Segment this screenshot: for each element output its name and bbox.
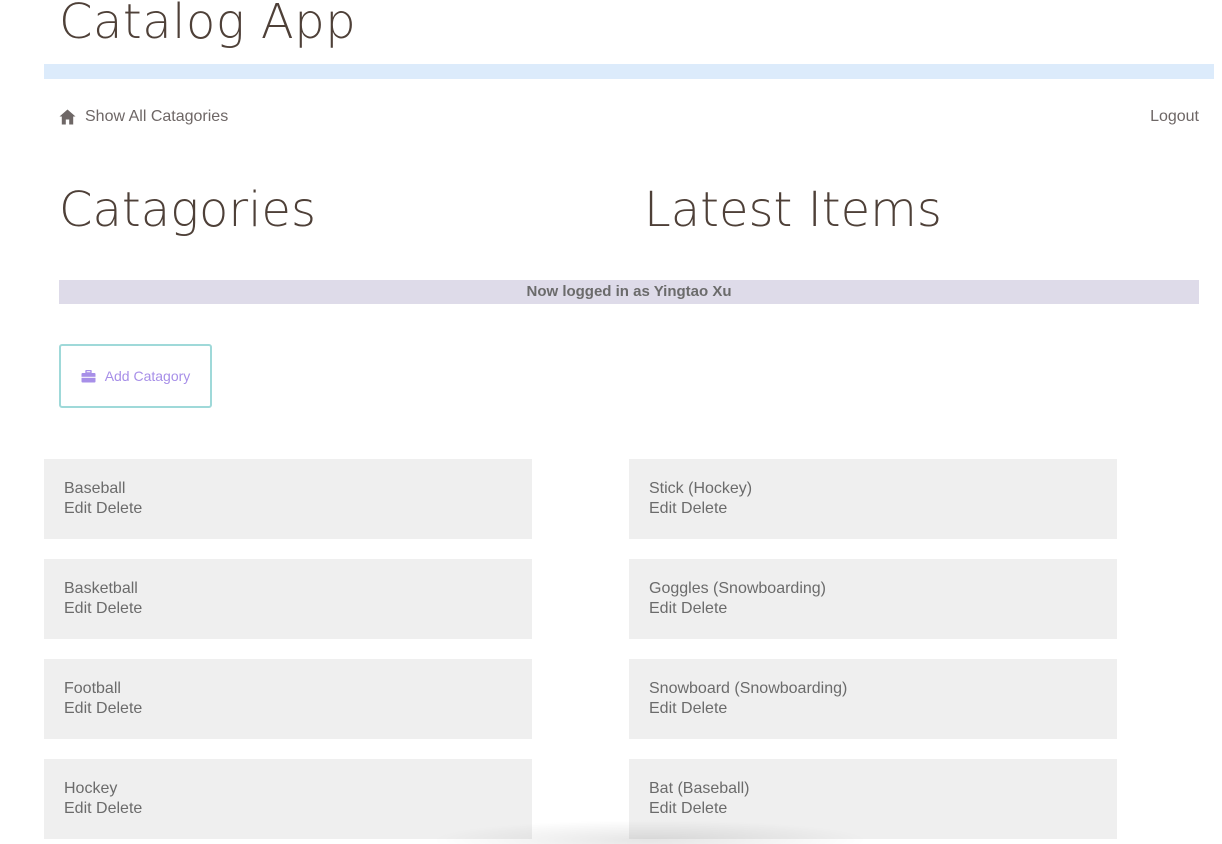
edit-link[interactable]: Edit xyxy=(649,800,677,817)
category-actions: Edit Delete xyxy=(64,500,142,518)
categories-heading: Catagories xyxy=(59,182,316,238)
delete-link[interactable]: Delete xyxy=(96,600,142,617)
delete-link[interactable]: Delete xyxy=(681,700,727,717)
item-name[interactable]: Snowboard (Snowboarding) xyxy=(649,680,847,698)
delete-link[interactable]: Delete xyxy=(681,500,727,517)
latest-items-heading: Latest Items xyxy=(644,182,942,238)
delete-link[interactable]: Delete xyxy=(681,600,727,617)
show-all-categories-label: Show All Catagories xyxy=(85,108,229,125)
show-all-categories-link[interactable]: Show All Catagories xyxy=(59,108,228,126)
add-category-label: Add Catagory xyxy=(104,368,191,384)
item-actions: Edit Delete xyxy=(649,500,727,518)
category-card[interactable]: Basketball Edit Delete xyxy=(44,559,532,639)
delete-link[interactable]: Delete xyxy=(96,700,142,717)
edit-link[interactable]: Edit xyxy=(649,700,677,717)
category-actions: Edit Delete xyxy=(64,600,142,618)
header-bar xyxy=(44,64,1214,79)
add-category-button[interactable]: Add Catagory xyxy=(59,344,212,408)
item-card[interactable]: Goggles (Snowboarding) Edit Delete xyxy=(629,559,1117,639)
item-actions: Edit Delete xyxy=(649,700,727,718)
logout-link[interactable]: Logout xyxy=(1150,108,1199,126)
delete-link[interactable]: Delete xyxy=(681,800,727,817)
edit-link[interactable]: Edit xyxy=(64,700,92,717)
category-actions: Edit Delete xyxy=(64,700,142,718)
briefcase-icon xyxy=(81,369,105,383)
edit-link[interactable]: Edit xyxy=(64,600,92,617)
item-name[interactable]: Bat (Baseball) xyxy=(649,780,750,798)
item-name[interactable]: Goggles (Snowboarding) xyxy=(649,580,826,598)
catalog-page: Catalog App Show All Catagories Logout C… xyxy=(0,0,1222,844)
edit-link[interactable]: Edit xyxy=(649,600,677,617)
delete-link[interactable]: Delete xyxy=(96,500,142,517)
item-name[interactable]: Stick (Hockey) xyxy=(649,480,752,498)
item-card[interactable]: Stick (Hockey) Edit Delete xyxy=(629,459,1117,539)
category-card[interactable]: Baseball Edit Delete xyxy=(44,459,532,539)
app-title: Catalog App xyxy=(59,0,357,50)
category-actions: Edit Delete xyxy=(64,800,142,818)
category-card[interactable]: Football Edit Delete xyxy=(44,659,532,739)
item-card[interactable]: Snowboard (Snowboarding) Edit Delete xyxy=(629,659,1117,739)
delete-link[interactable]: Delete xyxy=(96,800,142,817)
category-name[interactable]: Baseball xyxy=(64,480,125,498)
item-actions: Edit Delete xyxy=(649,800,727,818)
home-icon xyxy=(59,109,85,125)
category-name[interactable]: Hockey xyxy=(64,780,117,798)
edit-link[interactable]: Edit xyxy=(649,500,677,517)
category-name[interactable]: Football xyxy=(64,680,121,698)
item-actions: Edit Delete xyxy=(649,600,727,618)
edit-link[interactable]: Edit xyxy=(64,800,92,817)
login-status-banner: Now logged in as Yingtao Xu xyxy=(59,280,1199,304)
category-card[interactable]: Hockey Edit Delete xyxy=(44,759,532,839)
edit-link[interactable]: Edit xyxy=(64,500,92,517)
item-card[interactable]: Bat (Baseball) Edit Delete xyxy=(629,759,1117,839)
category-name[interactable]: Basketball xyxy=(64,580,138,598)
